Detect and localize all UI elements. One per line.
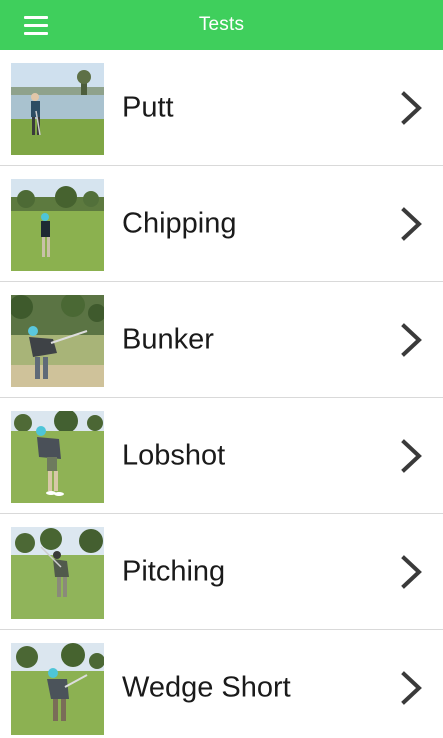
golfer-lobshot-photo <box>11 411 104 503</box>
chevron-right-icon <box>401 90 423 125</box>
golfer-chipping-photo <box>11 179 104 271</box>
golfer-bunker-photo <box>11 295 104 387</box>
tests-list: Putt Chipping Bunker Lobshot Pitching We… <box>0 50 443 738</box>
list-item-label: Bunker <box>122 323 214 355</box>
app-screen: Tests Putt Chipping Bunker Lobshot Pitch… <box>0 0 443 738</box>
list-item-bunker[interactable]: Bunker <box>0 282 443 398</box>
golfer-pitching-photo <box>11 527 104 619</box>
list-item-label: Chipping <box>122 207 237 239</box>
golfer-wedge-short-photo <box>11 643 104 735</box>
list-item-label: Wedge Short <box>122 671 291 703</box>
top-app-bar: Tests <box>0 0 443 50</box>
list-item-putt[interactable]: Putt <box>0 50 443 166</box>
chevron-right-icon <box>401 438 423 473</box>
list-item-lobshot[interactable]: Lobshot <box>0 398 443 514</box>
golfer-putting-photo <box>11 63 104 155</box>
list-item-label: Putt <box>122 91 174 123</box>
list-item-label: Pitching <box>122 555 226 587</box>
list-item-wedge-short[interactable]: Wedge Short <box>0 630 443 738</box>
list-item-pitching[interactable]: Pitching <box>0 514 443 630</box>
list-item-chipping[interactable]: Chipping <box>0 166 443 282</box>
chevron-right-icon <box>401 670 423 705</box>
chevron-right-icon <box>401 322 423 357</box>
page-title: Tests <box>198 14 245 35</box>
hamburger-menu-icon[interactable] <box>14 11 48 39</box>
list-item-label: Lobshot <box>122 439 226 471</box>
chevron-right-icon <box>401 554 423 589</box>
chevron-right-icon <box>401 206 423 241</box>
